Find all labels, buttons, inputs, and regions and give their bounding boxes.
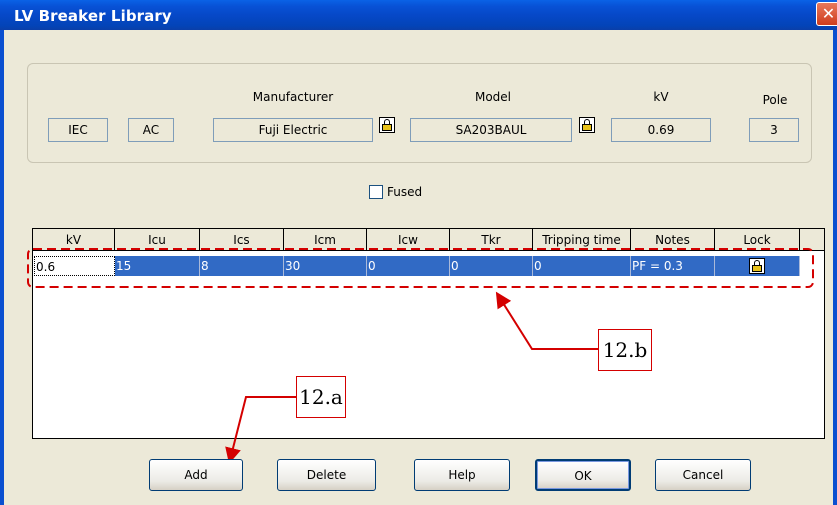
- pole-field[interactable]: 3: [749, 118, 799, 142]
- window-title: LV Breaker Library: [14, 7, 172, 25]
- cell-lock[interactable]: [715, 256, 800, 276]
- title-bar: LV Breaker Library ✕: [0, 0, 837, 30]
- column-header-notes[interactable]: Notes: [631, 229, 715, 251]
- column-header-ics[interactable]: Ics: [200, 229, 284, 251]
- type-field[interactable]: AC: [128, 118, 174, 142]
- cell-tripping-time[interactable]: 0: [533, 256, 631, 276]
- column-header-filler: [800, 229, 824, 251]
- model-lock-icon[interactable]: [579, 117, 595, 133]
- cell-icm[interactable]: 30: [284, 256, 367, 276]
- ok-button[interactable]: OK: [535, 459, 631, 491]
- delete-button[interactable]: Delete: [277, 459, 376, 491]
- annotation-12b: 12.b: [598, 329, 652, 371]
- column-header-tkr[interactable]: Tkr: [450, 229, 533, 251]
- model-label: Model: [474, 90, 512, 104]
- kv-label: kV: [653, 90, 669, 104]
- breaker-info-group: [27, 63, 812, 163]
- kv-field[interactable]: 0.69: [611, 118, 711, 142]
- column-header-kv[interactable]: kV: [33, 229, 115, 251]
- fused-checkbox[interactable]: [369, 185, 383, 199]
- manufacturer-field[interactable]: Fuji Electric: [213, 118, 373, 142]
- cell-icw[interactable]: 0: [367, 256, 450, 276]
- manufacturer-lock-icon[interactable]: [379, 117, 395, 133]
- window-frame-left: [0, 30, 4, 505]
- breaker-table[interactable]: kV Icu Ics Icm Icw Tkr Tripping time Not…: [32, 228, 825, 439]
- cancel-button[interactable]: Cancel: [655, 459, 751, 491]
- row-lock-icon[interactable]: [749, 258, 765, 274]
- help-button[interactable]: Help: [414, 459, 510, 491]
- pole-label: Pole: [762, 93, 788, 107]
- cell-icu[interactable]: 15: [115, 256, 200, 276]
- column-header-icm[interactable]: Icm: [284, 229, 367, 251]
- cell-notes[interactable]: PF = 0.3: [631, 256, 715, 276]
- column-header-tripping-time[interactable]: Tripping time: [533, 229, 631, 251]
- cell-tkr[interactable]: 0: [450, 256, 533, 276]
- annotation-12a: 12.a: [296, 376, 346, 418]
- model-field[interactable]: SA203BAUL: [410, 118, 572, 142]
- column-header-lock[interactable]: Lock: [715, 229, 800, 251]
- add-button[interactable]: Add: [149, 459, 243, 491]
- cell-kv[interactable]: 0.6: [34, 256, 115, 276]
- cell-ics[interactable]: 8: [200, 256, 284, 276]
- standard-field[interactable]: IEC: [48, 118, 108, 142]
- close-button[interactable]: ✕: [816, 2, 837, 26]
- window-frame-right: [833, 30, 837, 505]
- column-header-icw[interactable]: Icw: [367, 229, 450, 251]
- fused-label: Fused: [387, 185, 423, 199]
- manufacturer-label: Manufacturer: [252, 90, 334, 104]
- column-header-icu[interactable]: Icu: [115, 229, 200, 251]
